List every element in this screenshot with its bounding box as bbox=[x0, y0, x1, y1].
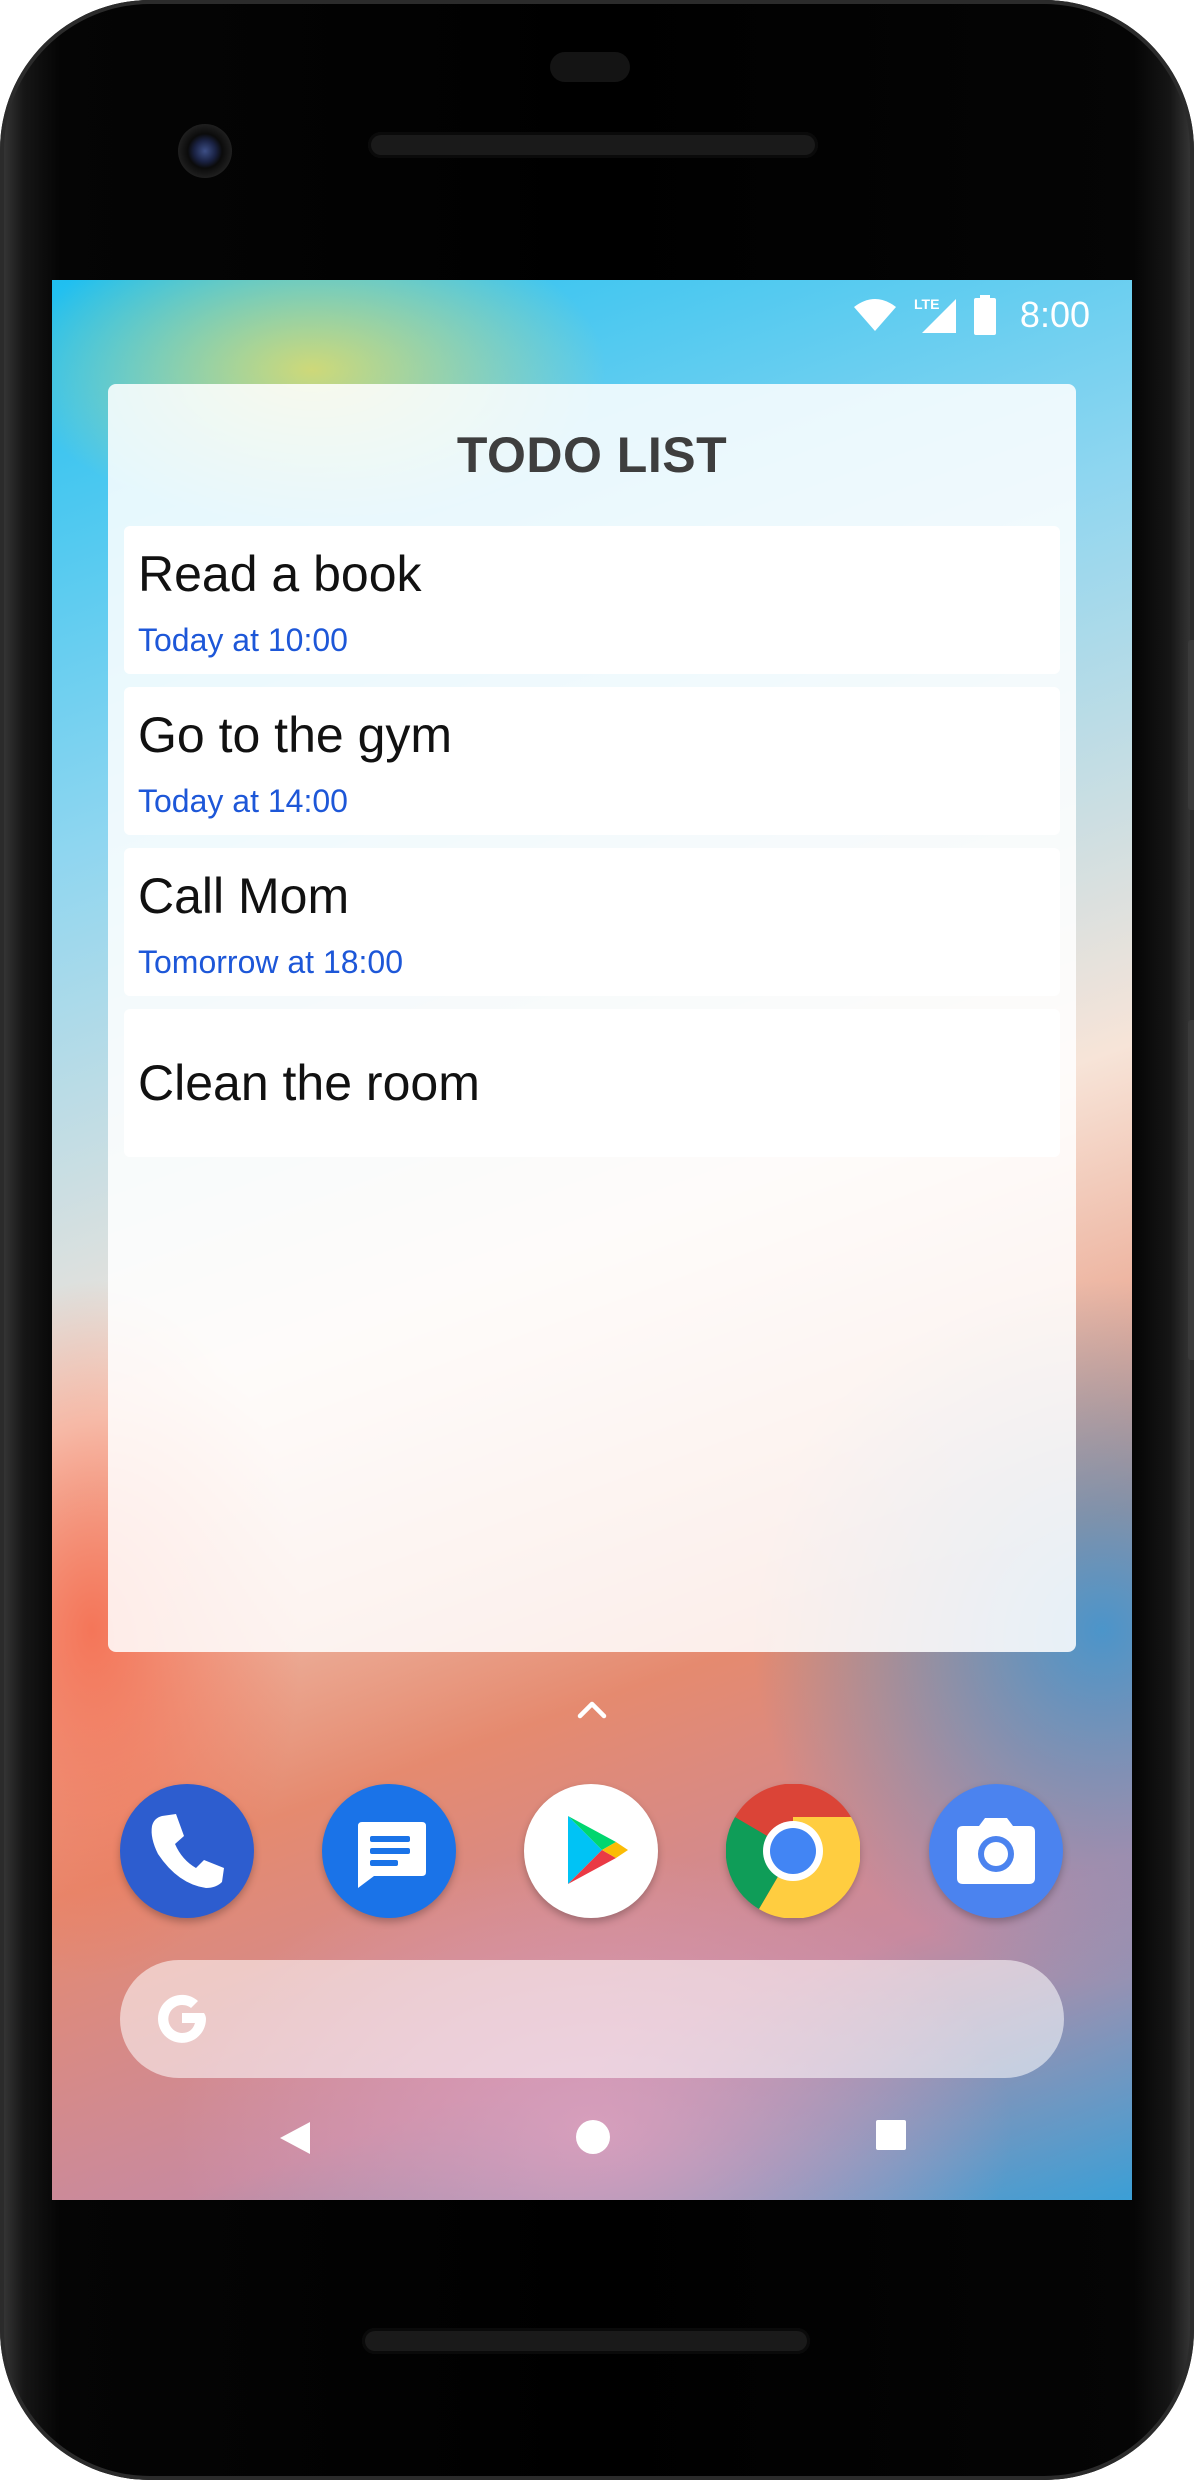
todo-item-time: Tomorrow at 18:00 bbox=[138, 944, 404, 980]
google-search-bar[interactable] bbox=[120, 1960, 1064, 2078]
todo-item-title: Read a book bbox=[138, 546, 422, 602]
top-speaker-grille bbox=[368, 132, 818, 158]
widget-title: TODO LIST bbox=[456, 427, 728, 483]
todo-item[interactable]: Clean the room bbox=[124, 1009, 1060, 1157]
chrome-app-button[interactable] bbox=[726, 1784, 860, 1918]
todo-item-time: Today at 14:00 bbox=[138, 783, 348, 819]
phone-app-button[interactable] bbox=[120, 1784, 254, 1918]
play-store-icon bbox=[568, 1816, 628, 1884]
todo-item-title: Go to the gym bbox=[138, 707, 453, 763]
messages-app-button[interactable] bbox=[322, 1784, 456, 1918]
todo-item-title: Clean the room bbox=[138, 1055, 480, 1111]
todo-item-time: Today at 10:00 bbox=[138, 622, 348, 658]
battery-icon bbox=[973, 295, 996, 335]
network-type-label: LTE bbox=[914, 296, 939, 312]
todo-item[interactable]: Call Mom Tomorrow at 18:00 bbox=[124, 848, 1060, 996]
todo-item[interactable]: Read a book Today at 10:00 bbox=[124, 526, 1060, 674]
todo-item[interactable]: Go to the gym Today at 14:00 bbox=[124, 687, 1060, 835]
earpiece bbox=[550, 52, 630, 82]
volume-button bbox=[1188, 1020, 1194, 1360]
phone-frame: LTE 8:00 TODO LIST Read a book Today at … bbox=[0, 0, 1194, 2480]
status-bar: LTE 8:00 bbox=[852, 280, 1132, 350]
app-dock bbox=[52, 1784, 1132, 1924]
home-icon[interactable] bbox=[574, 2118, 612, 2156]
back-icon[interactable] bbox=[276, 2118, 312, 2158]
chevron-up-icon[interactable] bbox=[568, 1694, 616, 1724]
recents-icon[interactable] bbox=[874, 2118, 908, 2152]
bottom-speaker-grille bbox=[362, 2328, 810, 2354]
google-g-icon[interactable] bbox=[150, 1987, 214, 2051]
front-camera bbox=[178, 124, 232, 178]
chrome-icon bbox=[726, 1784, 860, 1918]
wifi-icon bbox=[853, 299, 896, 331]
cellular-signal-icon: LTE bbox=[914, 296, 956, 333]
camera-icon bbox=[957, 1818, 1035, 1884]
phone-icon bbox=[151, 1814, 224, 1888]
status-time: 8:00 bbox=[1019, 294, 1090, 335]
power-button bbox=[1188, 640, 1194, 810]
play-store-app-button[interactable] bbox=[524, 1784, 658, 1918]
todo-item-title: Call Mom bbox=[138, 868, 350, 924]
home-screen: LTE 8:00 TODO LIST Read a book Today at … bbox=[52, 280, 1132, 2200]
todo-widget[interactable]: TODO LIST Read a book Today at 10:00 Go … bbox=[108, 384, 1076, 1652]
camera-app-button[interactable] bbox=[929, 1784, 1063, 1918]
todo-list: Read a book Today at 10:00 Go to the gym… bbox=[124, 526, 1060, 1170]
messages-icon bbox=[356, 1822, 426, 1888]
